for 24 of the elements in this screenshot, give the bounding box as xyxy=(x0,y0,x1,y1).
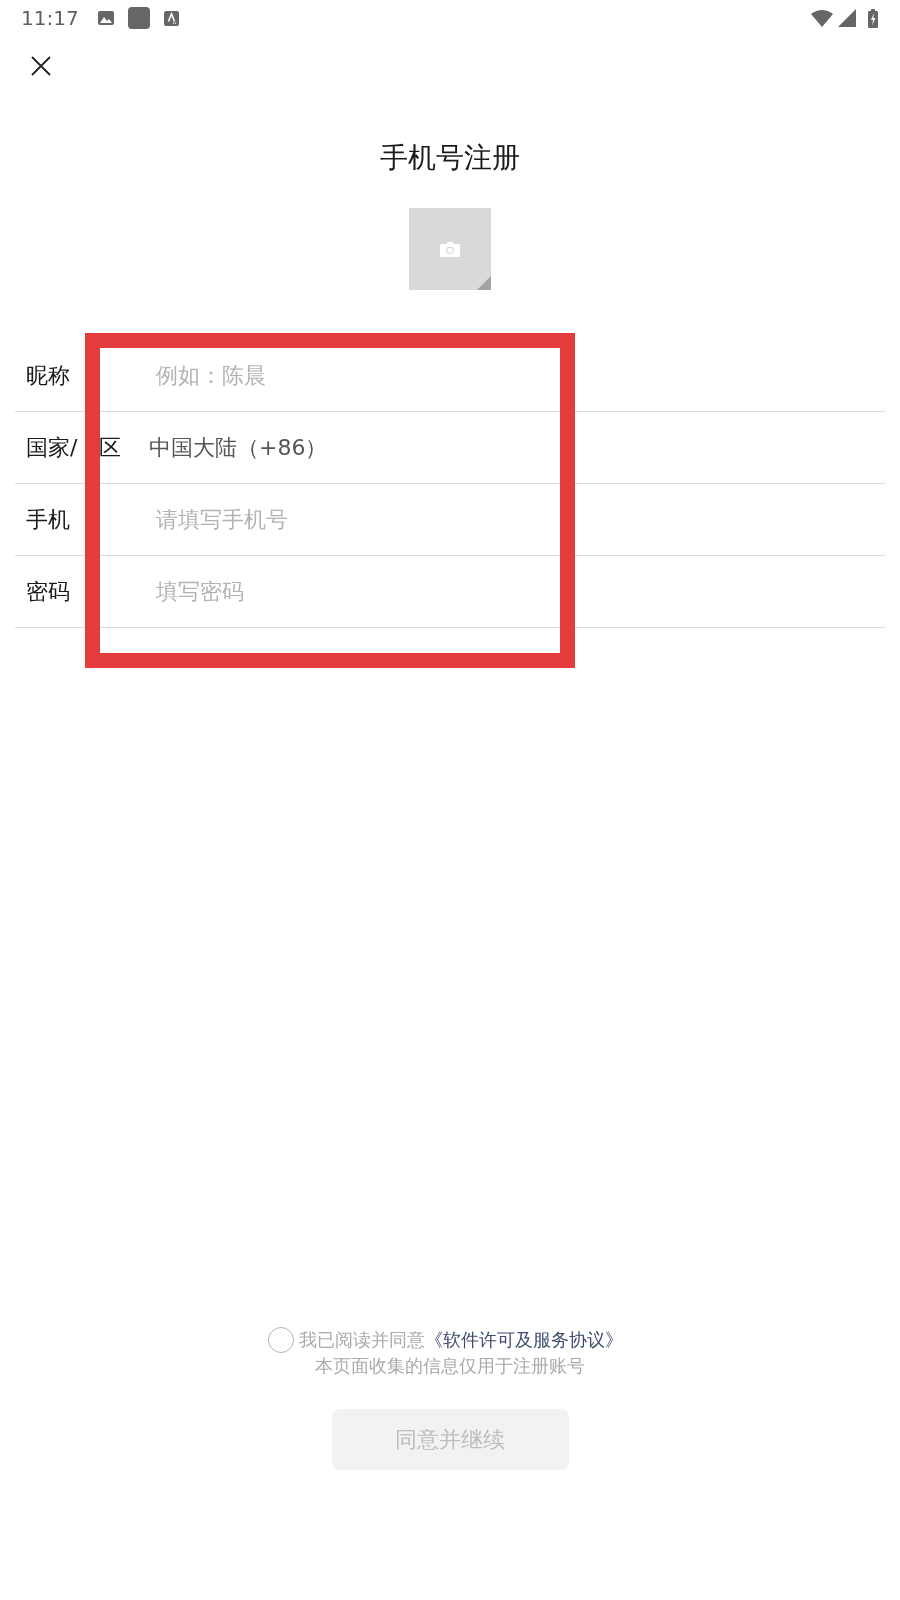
app-notification-icon xyxy=(127,7,150,29)
agreement-text: 我已阅读并同意《软件许可及服务协议》 xyxy=(298,1328,623,1352)
field-label: 密码 xyxy=(26,577,70,606)
battery-icon xyxy=(868,8,878,28)
input-field[interactable]: 例如：陈晨 xyxy=(156,360,551,391)
image-notification-icon xyxy=(97,11,114,25)
input-field[interactable]: 请填写手机号 xyxy=(156,504,551,535)
agreement-link[interactable]: 《软件许可及服务协议》 xyxy=(424,1329,623,1350)
close-icon xyxy=(31,56,51,76)
signal-icon xyxy=(838,9,856,27)
font-notification-icon xyxy=(163,10,179,26)
field-label: 区 xyxy=(99,433,122,462)
field-label: 昵称 xyxy=(26,361,70,390)
page-title: 手机号注册 xyxy=(380,140,520,176)
password-field[interactable]: 填写密码 xyxy=(156,576,551,607)
field-label: 手机 xyxy=(26,505,70,534)
field-label: 国家/ xyxy=(26,433,78,462)
corner-triangle-icon xyxy=(477,276,491,290)
privacy-note: 本页面收集的信息仅用于注册账号 xyxy=(315,1354,585,1378)
avatar-placeholder[interactable] xyxy=(409,208,491,290)
status-time: 11:17 xyxy=(21,6,79,30)
camera-icon xyxy=(440,241,460,257)
country-picker[interactable]: 中国大陆（+86） xyxy=(149,432,328,463)
wifi-icon xyxy=(811,9,833,27)
